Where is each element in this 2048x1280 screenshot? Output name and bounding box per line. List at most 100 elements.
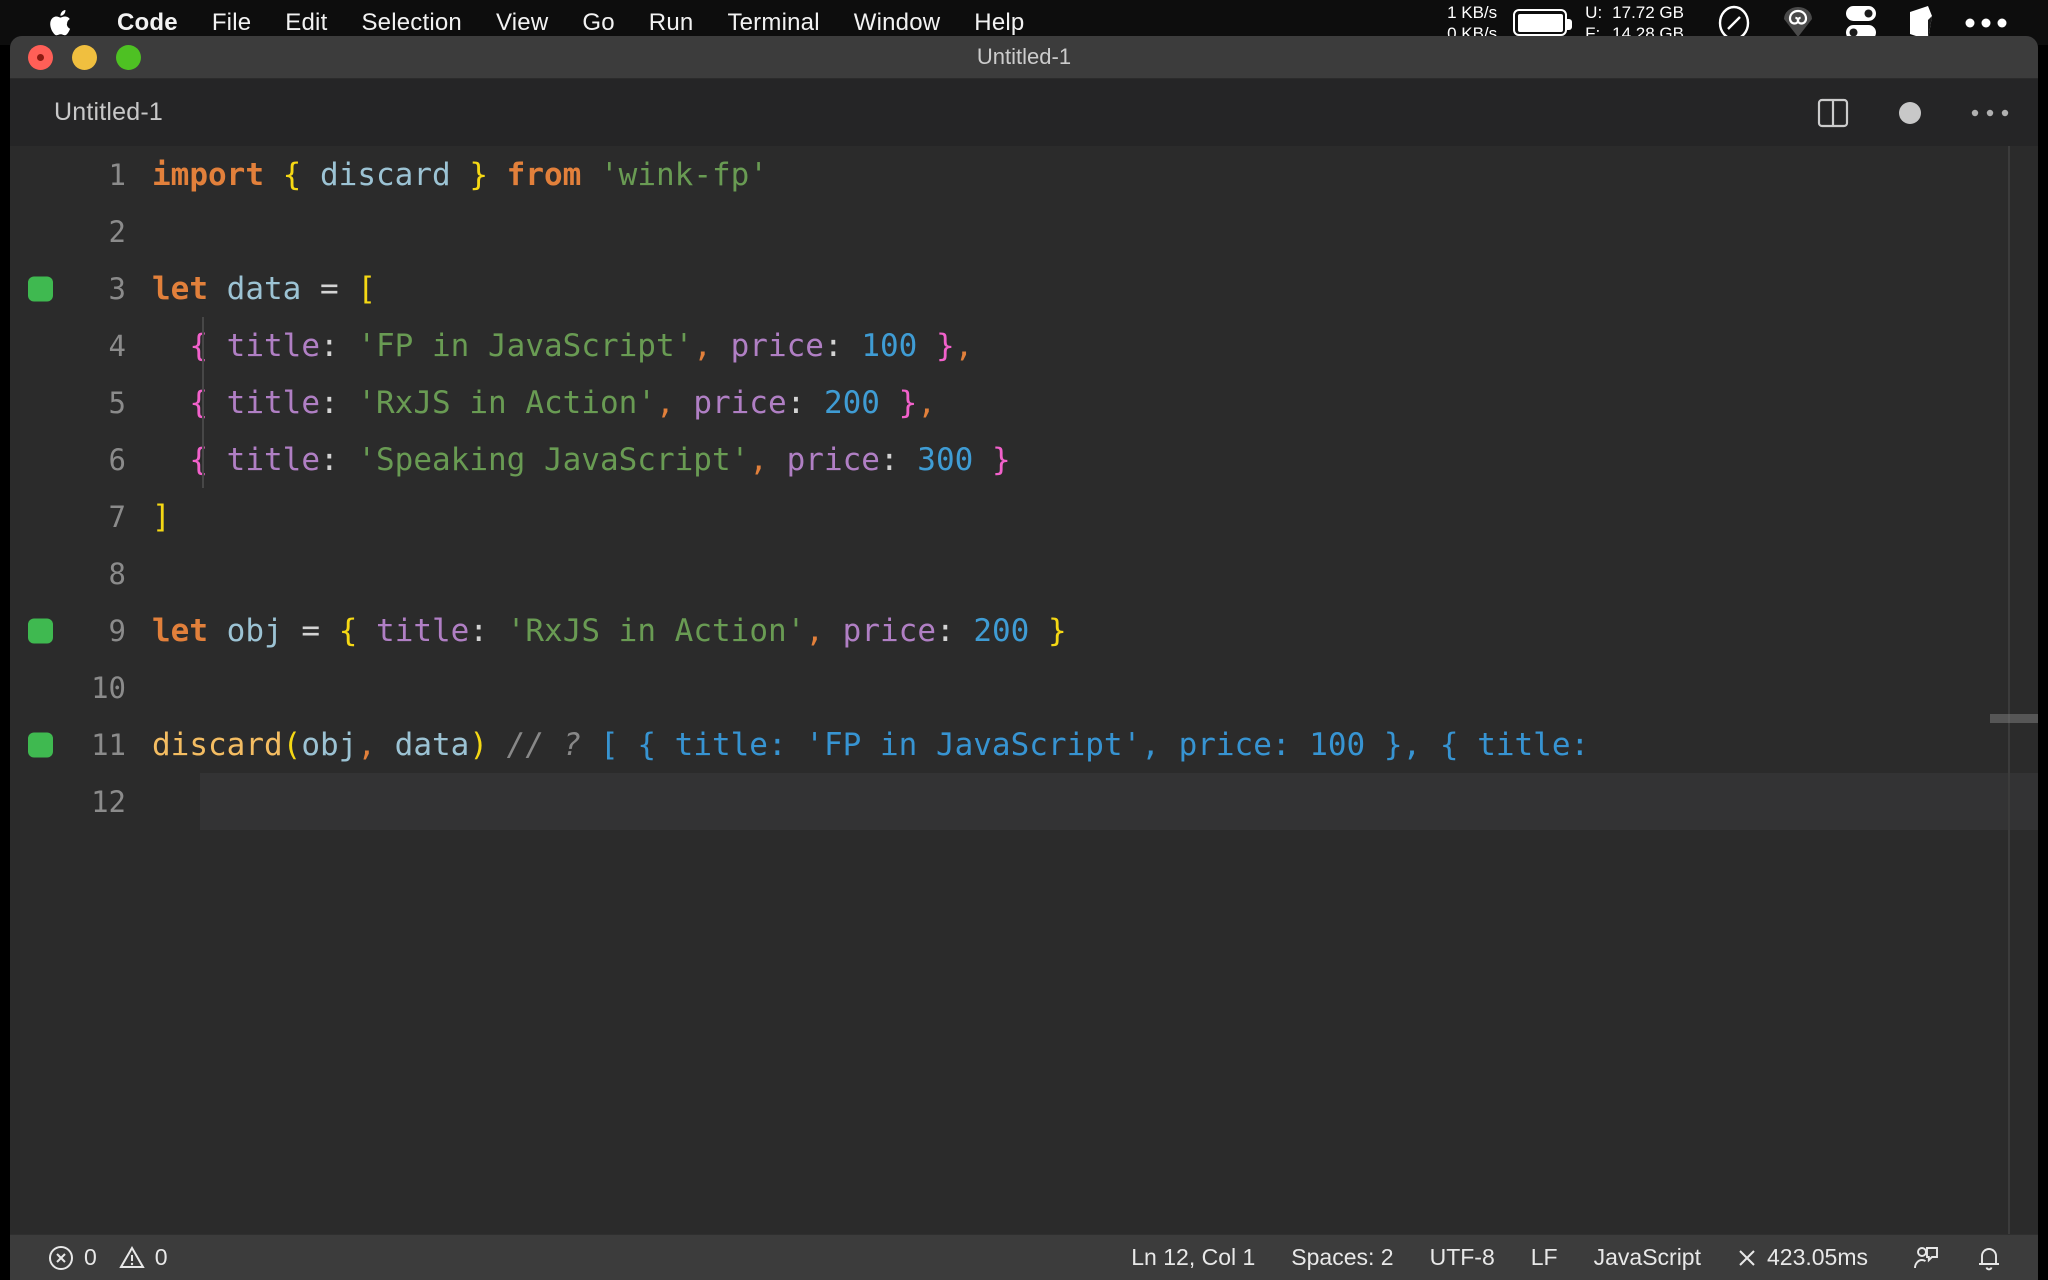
tab-untitled-1[interactable]: Untitled-1 — [54, 98, 163, 127]
token: : — [320, 327, 339, 364]
line-content: let data = [ — [152, 271, 376, 307]
run-time-indicator[interactable]: 423.05ms — [1719, 1244, 1886, 1271]
token: ( — [282, 726, 302, 763]
token: 'FP in JavaScript' — [357, 327, 694, 364]
token: title — [226, 384, 320, 421]
close-button[interactable] — [28, 44, 53, 70]
close-x-icon — [1737, 1248, 1757, 1268]
token: title — [226, 441, 320, 478]
token: 'RxJS in Action' — [506, 612, 806, 649]
token: , — [357, 726, 376, 763]
breakpoint-marker[interactable] — [28, 618, 53, 643]
token: { — [189, 384, 208, 421]
more-actions-icon[interactable] — [1970, 107, 2010, 119]
indent-guide — [202, 317, 204, 374]
token: ) — [469, 726, 488, 763]
unsaved-dot-icon[interactable] — [1896, 99, 1924, 127]
breakpoint-marker[interactable] — [28, 732, 53, 757]
code-line[interactable]: 3 let data = [ — [10, 260, 2038, 317]
menu-item-view[interactable]: View — [479, 9, 565, 37]
ellipsis-icon[interactable] — [1964, 17, 2008, 29]
code-line[interactable]: 8 — [10, 545, 2038, 602]
code-line[interactable]: 5 { title: 'RxJS in Action', price: 200 … — [10, 374, 2038, 431]
code-editor[interactable]: 1 import { discard } from 'wink-fp' 2 3 let … — [10, 146, 2038, 1234]
minimize-button[interactable] — [72, 44, 97, 70]
maximize-button[interactable] — [116, 44, 141, 70]
menu-item-run[interactable]: Run — [632, 9, 711, 37]
code-line[interactable]: 4 { title: 'FP in JavaScript', price: 10… — [10, 317, 2038, 374]
menu-item-window[interactable]: Window — [837, 9, 958, 37]
token: : — [879, 441, 899, 478]
menu-item-go[interactable]: Go — [565, 9, 631, 37]
code-line[interactable]: 12 — [10, 773, 2038, 830]
menu-item-selection[interactable]: Selection — [344, 9, 479, 37]
cursor-position[interactable]: Ln 12, Col 1 — [1113, 1244, 1273, 1271]
battery-icon[interactable] — [1513, 9, 1573, 36]
menu-item-edit[interactable]: Edit — [268, 9, 344, 37]
line-number: 12 — [91, 784, 126, 819]
token: , — [917, 384, 936, 421]
line-number: 7 — [108, 499, 126, 534]
eol-setting[interactable]: LF — [1513, 1244, 1576, 1271]
language-mode[interactable]: JavaScript — [1576, 1244, 1719, 1271]
code-line[interactable]: 11 discard(obj, data) // ? [ { title: 'FP… — [10, 716, 2038, 773]
notifications-bell-icon[interactable] — [1958, 1244, 2002, 1272]
line-number: 10 — [91, 670, 126, 705]
current-line-highlight — [200, 773, 2038, 830]
token: data — [394, 726, 470, 763]
token: 'Speaking JavaScript' — [357, 441, 750, 478]
breakpoint-marker[interactable] — [28, 276, 53, 301]
tab-actions — [1816, 96, 2038, 130]
indentation-setting[interactable]: Spaces: 2 — [1273, 1244, 1411, 1271]
token: } — [991, 441, 1011, 478]
code-line[interactable]: 6 { title: 'Speaking JavaScript', price:… — [10, 431, 2038, 488]
problems-indicator[interactable]: 0 0 — [48, 1244, 186, 1271]
code-line[interactable]: 10 — [10, 659, 2038, 716]
code-lines[interactable]: 1 import { discard } from 'wink-fp' 2 3 let … — [10, 146, 2038, 830]
horizontal-scrollbar-thumb[interactable] — [1990, 714, 2038, 723]
code-line[interactable]: 9 let obj = { title: 'RxJS in Action', pr… — [10, 602, 2038, 659]
status-bar: 0 0 Ln 12, Col 1 Spaces: 2 UTF-8 LF Java… — [10, 1234, 2038, 1280]
menu-item-terminal[interactable]: Terminal — [710, 9, 836, 37]
token: = — [320, 270, 339, 307]
code-line[interactable]: 7] — [10, 488, 2038, 545]
token: , — [954, 327, 974, 364]
token: , — [655, 384, 675, 421]
token: { — [338, 612, 358, 649]
menu-items: Code File Edit Selection View Go Run Terminal Wi… — [100, 9, 1041, 37]
token: { — [189, 327, 208, 364]
split-editor-icon[interactable] — [1816, 96, 1850, 130]
menu-item-file[interactable]: File — [195, 9, 268, 37]
line-content: let obj = { title: 'RxJS in Action', pri… — [152, 613, 1067, 649]
line-number: 2 — [108, 214, 126, 249]
code-line[interactable]: 2 — [10, 203, 2038, 260]
line-number: 5 — [108, 385, 126, 420]
token: price — [842, 612, 936, 649]
code-line[interactable]: 1 import { discard } from 'wink-fp' — [10, 146, 2038, 203]
token: 200 — [823, 384, 880, 421]
feedback-person-icon[interactable] — [1886, 1244, 1958, 1272]
line-number: 4 — [108, 328, 126, 363]
token: , — [805, 612, 824, 649]
run-time-value: 423.05ms — [1766, 1244, 1868, 1270]
menu-item-code[interactable]: Code — [100, 9, 195, 37]
menu-item-help[interactable]: Help — [957, 9, 1041, 37]
encoding-setting[interactable]: UTF-8 — [1412, 1244, 1513, 1271]
token: } — [1048, 612, 1067, 649]
